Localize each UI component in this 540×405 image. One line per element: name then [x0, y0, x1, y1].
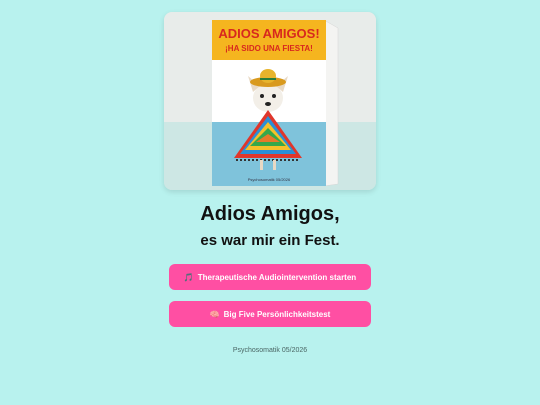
card-imprint: Psychosomatik 05/2026: [248, 177, 291, 182]
start-audio-intervention-label: Therapeutische Audiointervention starten: [197, 272, 357, 282]
page-subtitle: es war mir ein Fest.: [200, 232, 340, 249]
music-note-icon: 🎵: [183, 272, 194, 282]
card-subline: ¡HA SIDO UNA FIESTA!: [225, 44, 313, 53]
footer-text: Psychosomatik 05/2026: [232, 347, 308, 354]
start-audio-intervention-button[interactable]: 🎵 Therapeutische Audiointervention start…: [169, 264, 371, 290]
greeting-card-image: ADIOS AMIGOS! ¡HA SIDO UNA FIESTA! Psych…: [164, 12, 376, 190]
big-five-test-label: Big Five Persönlichkeitstest: [223, 309, 331, 319]
card-headline: ADIOS AMIGOS!: [218, 26, 319, 41]
brain-icon: 🧠: [209, 309, 220, 319]
page-title: Adios Amigos,: [200, 203, 340, 225]
big-five-test-button[interactable]: 🧠 Big Five Persönlichkeitstest: [169, 301, 371, 327]
